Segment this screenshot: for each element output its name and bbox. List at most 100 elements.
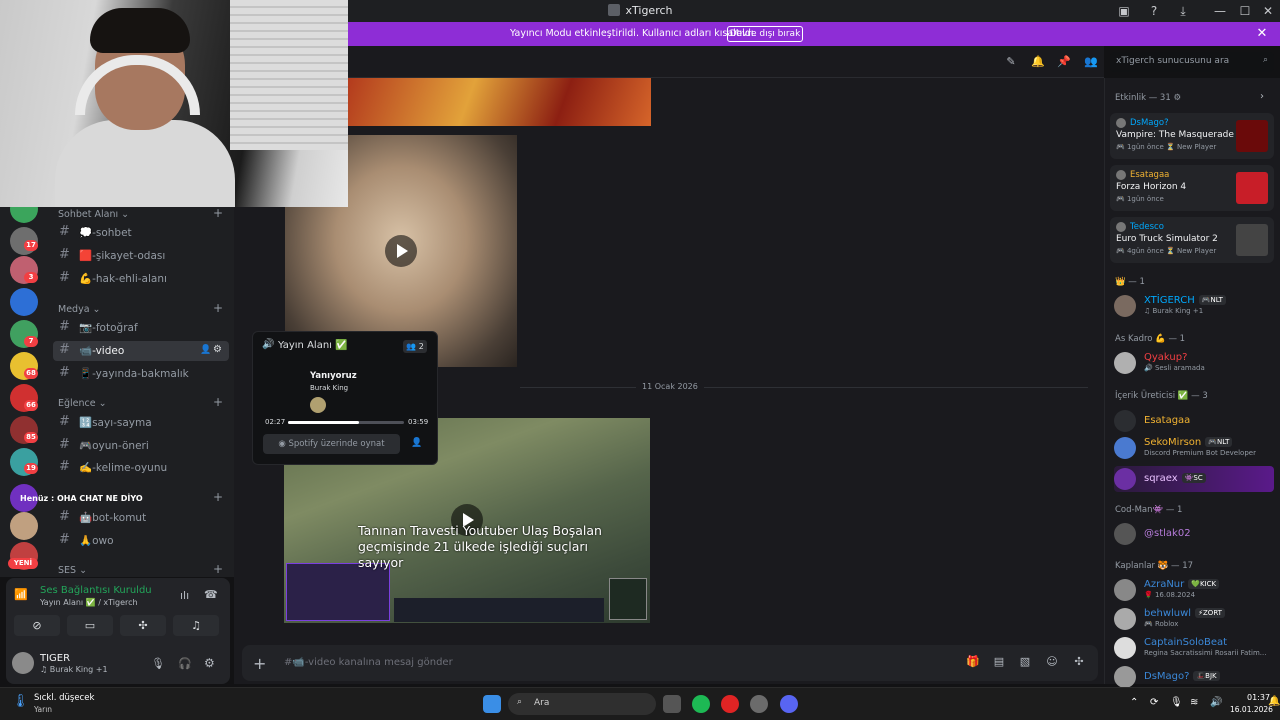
headphones-icon[interactable]: 🎧 xyxy=(178,657,192,670)
mic-tray-icon[interactable]: 🎙 xyxy=(1170,697,1183,708)
inbox-icon[interactable]: ▣ xyxy=(1114,2,1134,20)
member-item[interactable]: XTİGERCH 🎮NLT ♫ Burak King +1 xyxy=(1114,293,1274,319)
screen-share-button[interactable]: ▭ xyxy=(67,615,113,636)
add-channel-icon[interactable]: + xyxy=(213,301,223,315)
member-list-icon[interactable]: 👥 xyxy=(1084,55,1098,69)
app-icon[interactable] xyxy=(750,695,768,713)
server-icon[interactable] xyxy=(10,512,38,540)
member-item[interactable]: sqraex 👾SC xyxy=(1114,466,1274,492)
member-item[interactable]: behwluwl ⚡ZORT 🎮 Roblox xyxy=(1114,606,1274,632)
threads-icon[interactable]: ✎ xyxy=(1004,55,1018,69)
activity-card[interactable]: DsMago? Vampire: The Masquerade ... 🎮 1gün… xyxy=(1110,113,1274,159)
help-icon[interactable]: ? xyxy=(1144,2,1164,20)
activities-button[interactable]: ✣ xyxy=(120,615,166,636)
channel-settings-gear-icon[interactable]: ⚙ xyxy=(213,344,222,355)
minimize-button[interactable]: — xyxy=(1210,2,1230,20)
channel-item[interactable]: # 🟥-şikayet-odası xyxy=(53,246,229,266)
category-sohbet[interactable]: Sohbet Alanı ⌄ xyxy=(58,209,129,220)
emoji-icon[interactable]: ☺ xyxy=(1046,656,1058,668)
add-friend-icon[interactable]: 👤 xyxy=(411,438,422,448)
channel-item[interactable]: # 📷-fotoğraf xyxy=(53,318,229,338)
opera-icon[interactable] xyxy=(721,695,739,713)
channel-item[interactable]: # 💪-hak-ehli-alanı xyxy=(53,269,229,289)
spotify-taskbar-icon[interactable] xyxy=(692,695,710,713)
soundboard-button[interactable]: ♫ xyxy=(173,615,219,636)
microphone-icon[interactable]: 🎙 xyxy=(151,657,165,670)
play-icon[interactable] xyxy=(385,235,417,267)
new-badge: YENİ xyxy=(8,558,38,569)
activity-card[interactable]: Esatagaa Forza Horizon 4 🎮 1gün önce xyxy=(1110,165,1274,211)
member-item[interactable]: @stlak02 xyxy=(1114,521,1274,547)
user-settings-gear-icon[interactable]: ⚙ xyxy=(204,656,215,670)
volume-icon[interactable]: 🔊 xyxy=(1210,697,1222,708)
member-item[interactable]: Qyakup? 🔊 Sesli aramada xyxy=(1114,350,1274,376)
voice-status[interactable]: Ses Bağlantısı Kuruldu xyxy=(40,585,152,596)
user-name[interactable]: TIGER xyxy=(40,653,70,664)
task-view-icon[interactable] xyxy=(663,695,681,713)
play-on-spotify-button[interactable]: ◉ Spotify üzerinde oynat xyxy=(263,434,400,454)
noise-suppression-icon[interactable]: ılı xyxy=(180,589,189,602)
user-avatar[interactable] xyxy=(12,652,34,674)
gift-icon[interactable]: 🎁 xyxy=(966,656,980,668)
user-avatar xyxy=(1116,222,1126,232)
notification-bell-icon[interactable]: 🔔 xyxy=(1031,55,1045,69)
invite-icon[interactable]: 👤 xyxy=(200,345,211,355)
camera-off-button[interactable]: ⊘ xyxy=(14,615,60,636)
pin-icon[interactable]: 📌 xyxy=(1057,55,1071,69)
channel-item[interactable]: # 🤖bot-komut xyxy=(53,508,229,528)
sticker-icon[interactable]: ▧ xyxy=(1019,656,1031,668)
banner-close-icon[interactable]: ✕ xyxy=(1254,24,1270,44)
gif-icon[interactable]: ▤ xyxy=(993,656,1005,668)
stream-chat-overlay: Henüz : OHA CHAT NE DİYO xyxy=(20,494,143,503)
server-icon[interactable] xyxy=(10,288,38,316)
category-ses[interactable]: SES ⌄ xyxy=(58,565,87,576)
voice-channel[interactable]: Yayın Alanı ✅ / xTigerch xyxy=(40,598,138,607)
hash-icon: # xyxy=(59,437,70,452)
notification-icon[interactable]: 🔔 xyxy=(1268,696,1280,707)
apps-icon[interactable]: ✣ xyxy=(1073,656,1085,668)
close-button[interactable]: ✕ xyxy=(1258,2,1278,20)
wifi-icon[interactable]: ≋ xyxy=(1190,697,1198,708)
server-search-input[interactable]: xTigerch sunucusunu ara ⌕ xyxy=(1110,52,1274,72)
member-status: 🎮 Roblox xyxy=(1144,620,1179,628)
weather-text[interactable]: Sıckl. düşecek xyxy=(34,693,94,703)
category-eglence[interactable]: Eğlence ⌄ xyxy=(58,398,107,409)
discord-taskbar-icon[interactable] xyxy=(780,695,798,713)
channel-item[interactable]: # 🙏owo xyxy=(53,531,229,551)
attachment-image[interactable] xyxy=(348,78,651,126)
speaker-icon: 🔊 xyxy=(262,339,275,350)
start-icon[interactable] xyxy=(483,695,501,713)
network-icon[interactable]: ⟳ xyxy=(1150,697,1158,708)
add-channel-icon[interactable]: + xyxy=(213,490,223,504)
channel-item[interactable]: # 🔢sayı-sayma xyxy=(53,413,229,433)
chevron-right-icon[interactable]: › xyxy=(1260,91,1264,102)
channel-item[interactable]: # 💭-sohbet xyxy=(53,223,229,243)
message-input[interactable]: #📹-video kanalına mesaj gönder xyxy=(284,657,453,668)
category-medya[interactable]: Medya ⌄ xyxy=(58,304,101,315)
chevron-up-icon[interactable]: ⌃ xyxy=(1130,697,1138,708)
weather-icon[interactable]: 🌡 xyxy=(12,694,29,709)
member-item[interactable]: SekoMirson 🎮NLT Discord Premium Bot Develo… xyxy=(1114,435,1274,461)
activity-card[interactable]: Tedesco Euro Truck Simulator 2 🎮 4gün önce… xyxy=(1110,217,1274,263)
webcam-overlay xyxy=(0,0,348,207)
download-icon[interactable]: ⤓ xyxy=(1173,2,1193,20)
channel-item[interactable]: # ✍️-kelime-oyunu xyxy=(53,458,229,478)
clock-time[interactable]: 01:37 xyxy=(1247,693,1270,702)
taskbar-search[interactable]: ⌕ Ara xyxy=(508,693,656,715)
connection-icon: 📶 xyxy=(14,588,28,601)
add-channel-icon[interactable]: + xyxy=(213,395,223,409)
add-channel-icon[interactable]: + xyxy=(213,206,223,220)
hash-icon: # xyxy=(59,247,70,262)
member-item[interactable]: CaptainSoloBeat Regina Sacratissimi Rosar… xyxy=(1114,635,1274,661)
disconnect-icon[interactable]: ☎ xyxy=(204,588,218,601)
add-channel-icon[interactable]: + xyxy=(213,562,223,576)
disable-streamer-mode-button[interactable]: Devre dışı bırak xyxy=(727,26,803,42)
clock-date[interactable]: 16.01.2026 xyxy=(1230,705,1273,714)
maximize-button[interactable]: ☐ xyxy=(1235,2,1255,20)
member-name-text: XTİGERCH xyxy=(1144,295,1195,306)
attach-plus-icon[interactable]: + xyxy=(253,654,266,673)
member-item[interactable]: AzraNur 💚KICK 🌹 16.08.2024 xyxy=(1114,577,1274,603)
channel-item[interactable]: # 📱-yayında-bakmalık xyxy=(53,364,229,384)
channel-item[interactable]: # 🎮oyun-öneri xyxy=(53,436,229,456)
member-item[interactable]: Esatagaa xyxy=(1114,408,1274,434)
